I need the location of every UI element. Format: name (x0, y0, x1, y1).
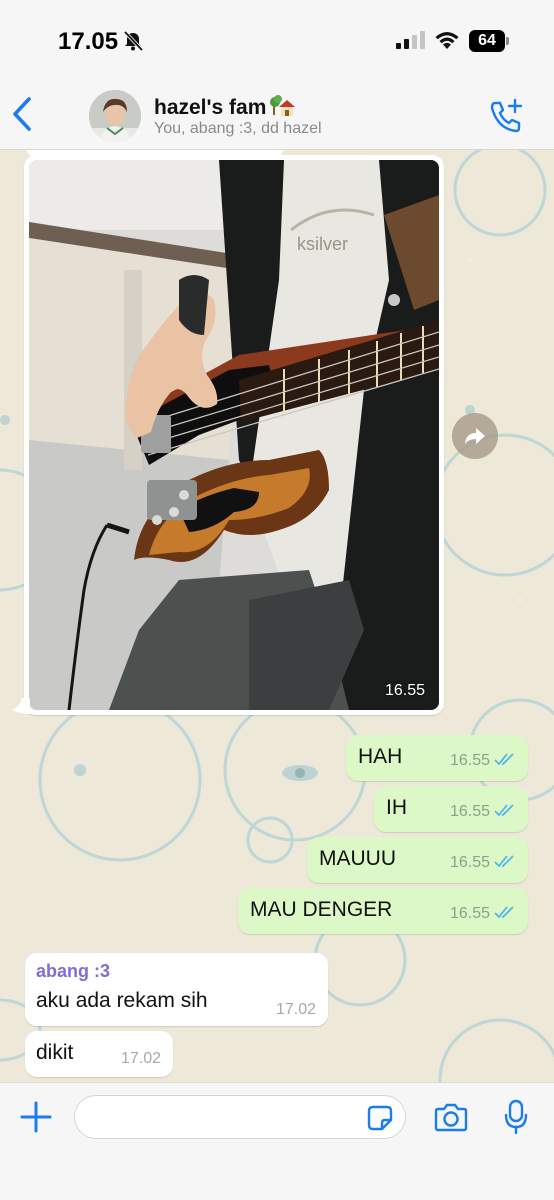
forward-icon (465, 428, 485, 444)
battery-nub (506, 37, 509, 45)
message-meta: 16.55 (450, 803, 516, 821)
outgoing-message[interactable]: MAUUU 16.55 (307, 837, 528, 883)
group-name[interactable]: hazel's fam (154, 93, 296, 120)
image-message[interactable]: ksilver 16.55 (12, 155, 444, 715)
house-with-garden-icon (270, 95, 296, 116)
bubble-tail (12, 698, 30, 714)
read-receipt-icon (494, 906, 514, 919)
microphone-icon[interactable] (504, 1099, 528, 1135)
read-receipt-icon (494, 753, 514, 766)
incoming-message[interactable]: dikit 17.02 (25, 1031, 173, 1077)
svg-text:ksilver: ksilver (297, 234, 348, 254)
composer-bar (0, 1082, 554, 1200)
message-text: aku ada rekam sih (36, 989, 208, 1012)
battery-level: 64 (469, 30, 505, 52)
camera-icon[interactable] (434, 1102, 468, 1132)
read-receipt-icon (494, 804, 514, 817)
sender-name[interactable]: abang :3 (36, 961, 110, 982)
message-time: 17.02 (120, 1050, 161, 1067)
incoming-message[interactable]: abang :3 aku ada rekam sih 17.02 (25, 953, 328, 1026)
outgoing-message[interactable]: MAU DENGER 16.55 (238, 888, 528, 934)
status-time: 17.05 (58, 28, 119, 55)
message-meta: 16.55 (450, 752, 516, 770)
message-meta: 16.55 (450, 854, 516, 872)
back-chevron-icon[interactable] (10, 96, 36, 132)
message-time: 16.55 (449, 752, 490, 769)
status-bar: 17.05 64 (0, 0, 554, 80)
outgoing-message[interactable]: HAH 16.55 (346, 735, 528, 781)
plus-icon[interactable] (20, 1101, 52, 1133)
message-text: HAH (358, 745, 403, 768)
message-time: 16.55 (449, 803, 490, 820)
group-name-text: hazel's fam (154, 96, 267, 119)
message-text: MAUUU (319, 847, 396, 870)
message-input[interactable] (74, 1095, 406, 1139)
image-message-time: 16.55 (384, 682, 425, 699)
read-receipt-icon (494, 855, 514, 868)
message-text: dikit (36, 1041, 74, 1064)
bass-guitar-photo: ksilver (29, 160, 439, 710)
group-avatar[interactable] (89, 90, 141, 142)
battery-icon: 64 (469, 30, 509, 52)
bell-slash-icon (123, 30, 144, 52)
message-text: MAU DENGER (250, 898, 393, 921)
signal-icon (396, 31, 425, 49)
message-list[interactable]: ksilver 16.55 HAH 16.55 IH 16.55 MAUUU 1… (0, 150, 554, 1082)
forward-button[interactable] (452, 413, 498, 459)
wifi-icon (435, 32, 459, 49)
message-text: IH (386, 796, 407, 819)
message-photo[interactable]: ksilver 16.55 (29, 160, 439, 710)
group-members[interactable]: You, abang :3, dd hazel (154, 120, 322, 138)
chat-header: hazel's fam You, abang :3, dd hazel (0, 80, 554, 150)
add-call-icon[interactable] (488, 98, 524, 134)
message-meta: 16.55 (450, 905, 516, 923)
message-time: 16.55 (449, 854, 490, 871)
chat-screen: 17.05 64 hazel's fam You, abang:3, dd h… (0, 0, 554, 1200)
outgoing-message[interactable]: IH 16.55 (374, 786, 528, 832)
sticker-icon[interactable] (367, 1105, 393, 1131)
message-time: 17.02 (275, 1001, 316, 1018)
message-time: 16.55 (449, 905, 490, 922)
